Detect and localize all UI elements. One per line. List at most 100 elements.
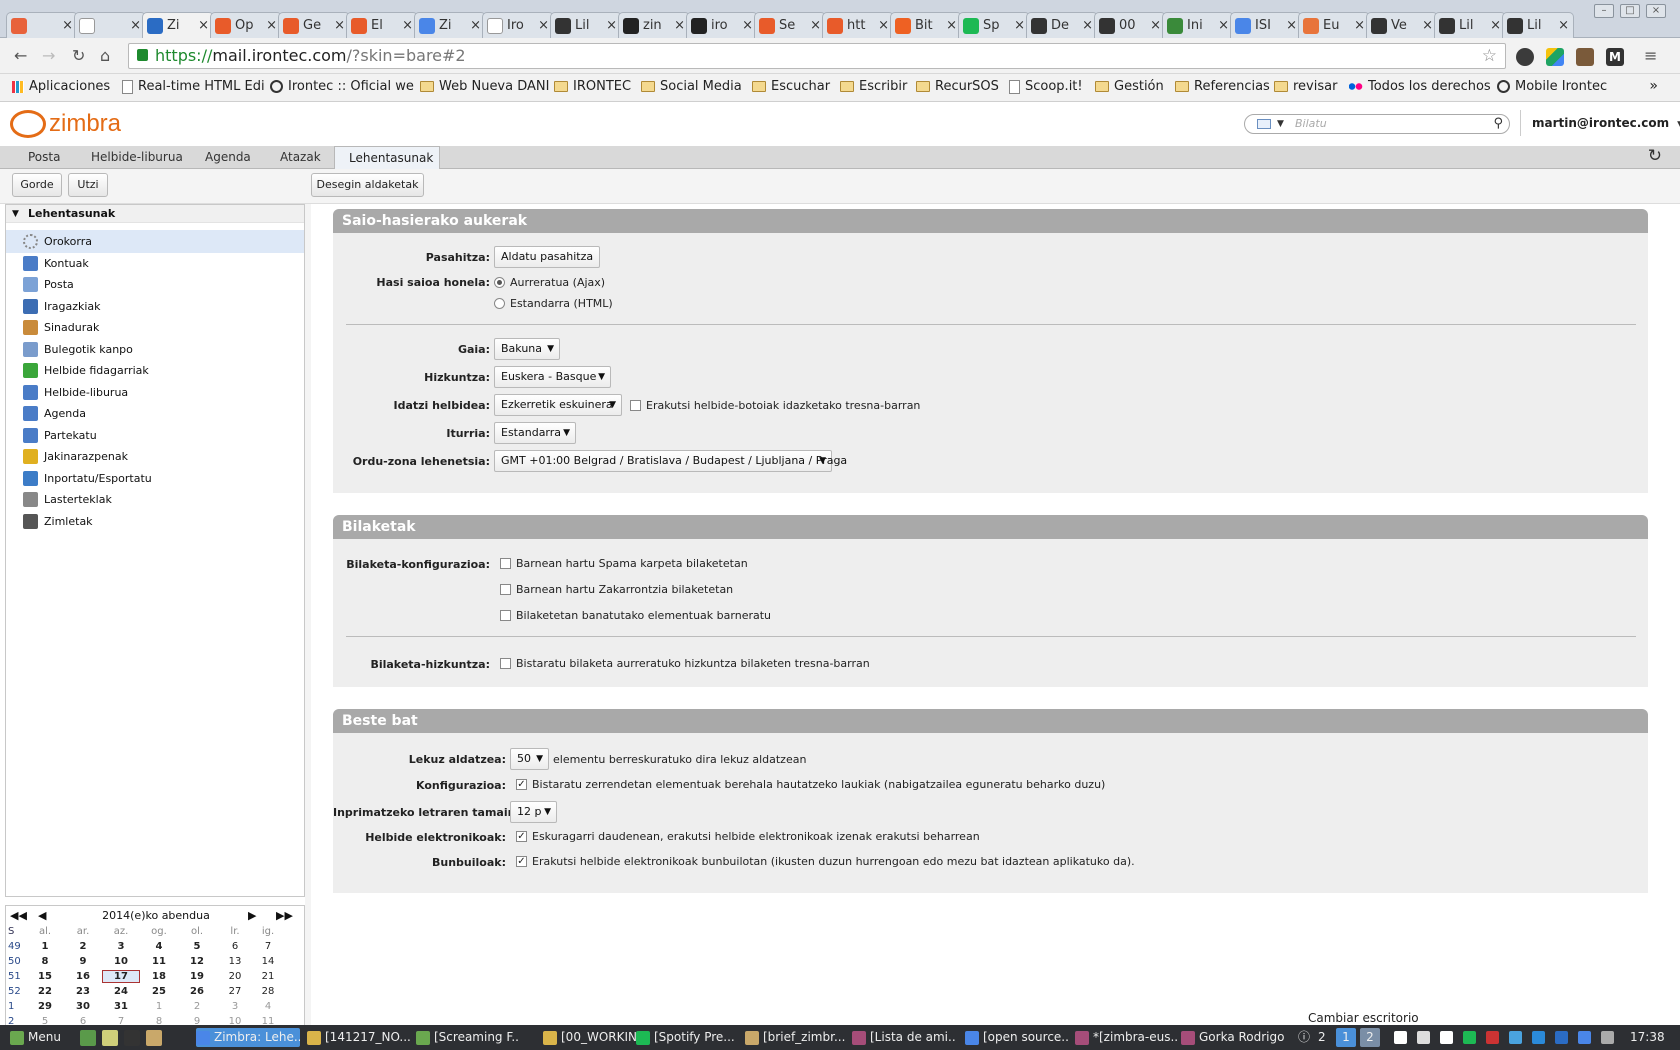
browser-tab[interactable]: Op × [210, 12, 282, 38]
search-spam-option[interactable]: Barnean hartu Spama karpeta bilaketetan [500, 557, 748, 570]
sidebar-item[interactable]: Sinadurak [6, 316, 304, 339]
close-tab-icon[interactable]: × [878, 18, 889, 33]
calendar-day[interactable]: 18 [140, 971, 178, 982]
launcher-icon[interactable] [124, 1030, 140, 1046]
browser-tab[interactable]: iro × [686, 12, 758, 38]
tray-icon[interactable] [1440, 1031, 1453, 1044]
maximize-window-button[interactable]: □ [1620, 4, 1640, 18]
sidebar-item[interactable]: Zimletak [6, 510, 304, 533]
bookmark-item[interactable]: revisar [1274, 79, 1337, 94]
calendar-day[interactable]: 13 [216, 956, 254, 967]
tray-icon[interactable] [1555, 1031, 1568, 1044]
taskbar-window-button[interactable]: [Lista de ami... [852, 1028, 956, 1047]
mail-search-type-icon[interactable] [1257, 119, 1271, 129]
calendar-day[interactable]: 25 [140, 986, 178, 997]
close-tab-icon[interactable]: × [470, 18, 481, 33]
search-language-option[interactable]: Bistaratu bilaketa aurreratuko hizkuntza… [500, 657, 870, 670]
tab-preferences[interactable]: Lehentasunak [334, 146, 440, 169]
calendar-day[interactable]: 12 [178, 956, 216, 967]
calendar-day[interactable]: 3 [102, 941, 140, 952]
browser-tab[interactable]: Zi × [142, 12, 214, 38]
bubble-checkbox[interactable]: ✓ [516, 856, 527, 867]
sidebar-item[interactable]: Kontuak [6, 252, 304, 275]
desktop-1-button[interactable]: 1 [1336, 1028, 1356, 1047]
close-tab-icon[interactable]: × [130, 18, 141, 33]
reload-icon[interactable]: ↻ [72, 46, 85, 65]
info-icon[interactable]: ⓘ [1298, 1028, 1312, 1047]
close-tab-icon[interactable]: × [946, 18, 957, 33]
owl-extension-icon[interactable] [1516, 48, 1534, 66]
close-tab-icon[interactable]: × [742, 18, 753, 33]
sidebar-item[interactable]: Bulegotik kanpo [6, 338, 304, 361]
calendar-day[interactable]: 22 [26, 986, 64, 997]
change-password-button[interactable]: Aldatu pasahitza [494, 246, 601, 268]
font-select[interactable]: Estandarra ▼ [494, 422, 576, 444]
browser-tab[interactable]: Lil × [1502, 12, 1574, 38]
zimbra-logo[interactable]: zimbra [10, 110, 121, 138]
calendar-day[interactable]: 28 [254, 986, 282, 997]
calendar-day[interactable]: 8 [26, 956, 64, 967]
browser-tab[interactable]: zin × [618, 12, 690, 38]
taskbar-window-button[interactable]: Zimbra: Lehe... [196, 1028, 300, 1047]
close-tab-icon[interactable]: × [810, 18, 821, 33]
radio-html[interactable] [494, 298, 505, 309]
bookmark-item[interactable]: Escuchar [752, 79, 830, 94]
taskbar-window-button[interactable]: [00_WORKING] [543, 1028, 647, 1047]
browser-tab[interactable]: Iro × [482, 12, 554, 38]
bookmark-item[interactable]: Irontec :: Oficial we [270, 79, 414, 94]
close-tab-icon[interactable]: × [62, 18, 73, 33]
browser-tab[interactable]: Bit × [890, 12, 962, 38]
tray-icon[interactable] [1509, 1031, 1522, 1044]
back-arrow-icon[interactable]: ← [14, 46, 27, 65]
email-checkbox[interactable]: ✓ [516, 831, 527, 842]
refresh-icon[interactable]: ↻ [1648, 146, 1662, 166]
taskbar-window-button[interactable]: [Screaming F... [416, 1028, 520, 1047]
browser-tab[interactable]: Ve × [1366, 12, 1438, 38]
drive-extension-icon[interactable] [1546, 48, 1564, 66]
calendar-day[interactable]: 21 [254, 971, 282, 982]
collapse-triangle-icon[interactable]: ▼ [12, 205, 19, 223]
scroll-count-select[interactable]: 50 ▼ [510, 748, 549, 770]
tray-icon[interactable] [1532, 1031, 1545, 1044]
close-tab-icon[interactable]: × [402, 18, 413, 33]
taskbar-window-button[interactable]: [Spotify Pre... [636, 1028, 740, 1047]
tray-icon[interactable] [1394, 1031, 1407, 1044]
browser-tab[interactable]: htt × [822, 12, 894, 38]
browser-tab[interactable]: × [6, 12, 78, 38]
bookmark-item[interactable]: Web Nueva DANI [420, 79, 549, 94]
sidebar-item[interactable]: Jakinarazpenak [6, 445, 304, 468]
desktop-2-button[interactable]: 2 [1360, 1028, 1380, 1047]
search-spam-checkbox[interactable] [500, 558, 511, 569]
launcher-icon[interactable] [102, 1030, 118, 1046]
search-shared-option[interactable]: Bilaketetan banatutako elementuak barner… [500, 609, 771, 622]
calendar-day[interactable]: 31 [102, 1001, 140, 1012]
bookmark-item[interactable]: Todos los derechos [1349, 79, 1491, 94]
calendar-day[interactable]: 29 [26, 1001, 64, 1012]
tab-mail[interactable]: Posta [14, 146, 74, 169]
sidebar-header[interactable]: ▼ Lehentasunak [6, 205, 304, 223]
radio-ajax[interactable] [494, 277, 505, 288]
week-number[interactable]: 50 [6, 956, 26, 967]
bookmark-item[interactable]: Gestión [1095, 79, 1164, 94]
calendar-day[interactable]: 15 [26, 971, 64, 982]
login-ajax-option[interactable]: Aurreratua (Ajax) [494, 276, 605, 289]
browser-tab[interactable]: El × [346, 12, 418, 38]
week-number[interactable]: 51 [6, 971, 26, 982]
search-shared-checkbox[interactable] [500, 610, 511, 621]
bookmark-item[interactable]: Scoop.it! [1009, 79, 1083, 94]
sidebar-item[interactable]: Agenda [6, 402, 304, 425]
config-checkbox[interactable]: ✓ [516, 779, 527, 790]
login-html-option[interactable]: Estandarra (HTML) [494, 297, 613, 310]
close-tab-icon[interactable]: × [1150, 18, 1161, 33]
calendar-day[interactable]: 1 [26, 941, 64, 952]
start-menu-button[interactable]: Menu [10, 1028, 61, 1047]
tab-tasks[interactable]: Atazak [266, 146, 335, 169]
forward-arrow-icon[interactable]: → [42, 46, 55, 65]
taskbar-window-button[interactable]: [brief_zimbr... [745, 1028, 849, 1047]
calendar-day[interactable]: 17 [102, 970, 140, 983]
taskbar-window-button[interactable]: [open source... [965, 1028, 1069, 1047]
calendar-day[interactable]: 5 [178, 941, 216, 952]
minimize-window-button[interactable]: – [1594, 4, 1614, 18]
browser-tab[interactable]: Lil × [1434, 12, 1506, 38]
bookmark-item[interactable]: Real-time HTML Edi [122, 79, 265, 94]
